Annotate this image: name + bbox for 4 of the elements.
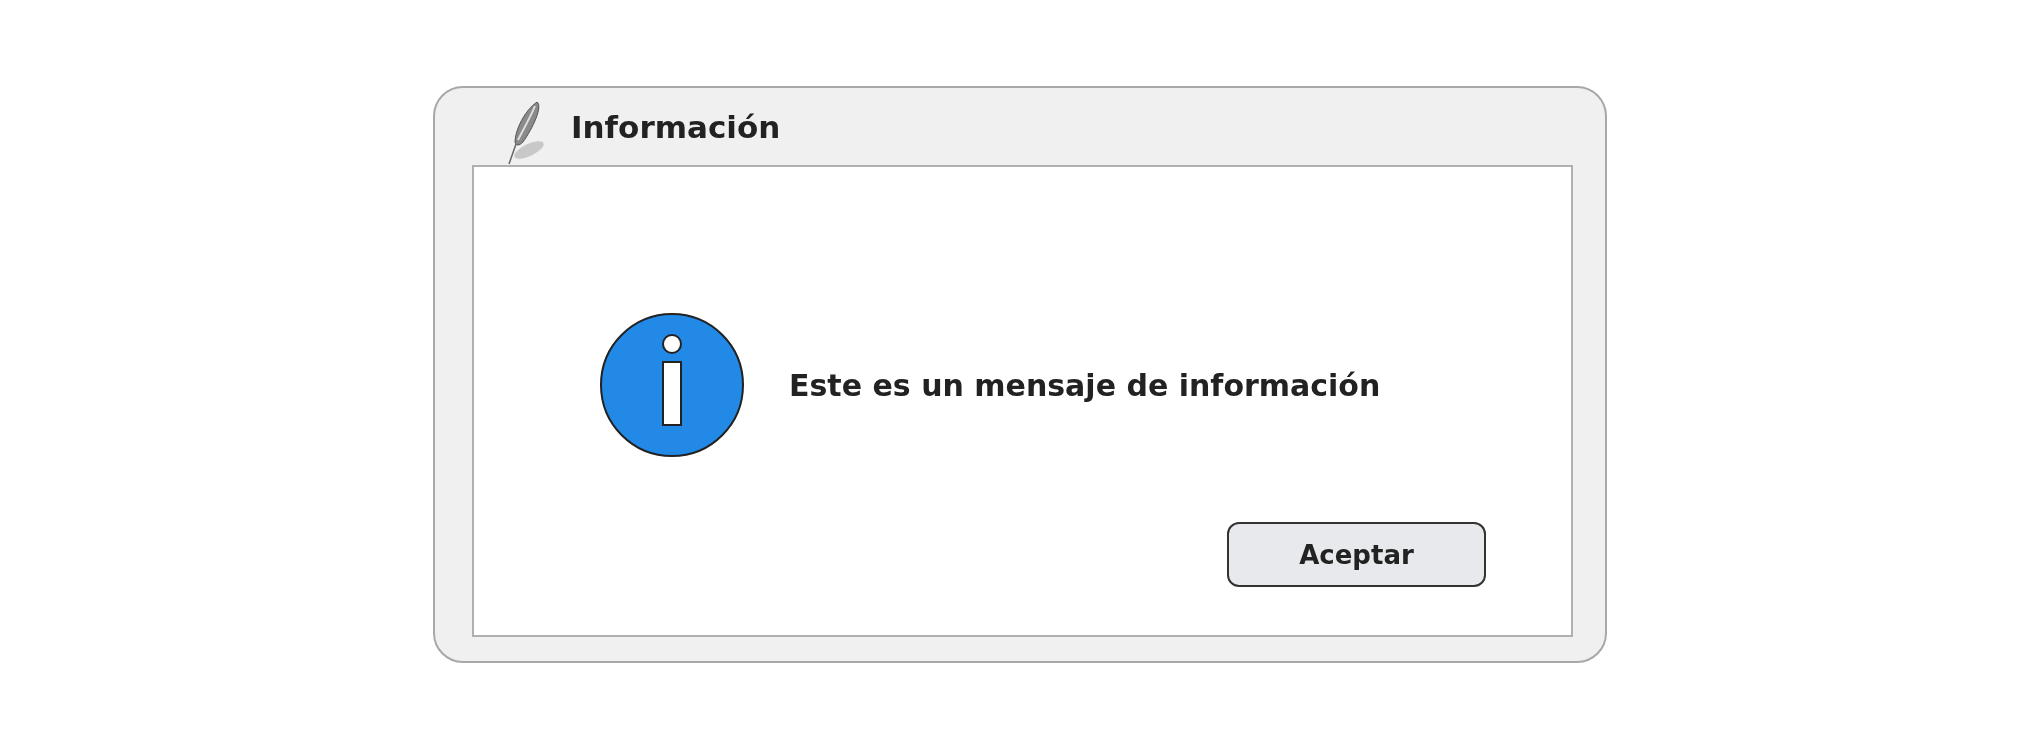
window-title: Información <box>571 108 781 145</box>
accept-button[interactable]: Aceptar <box>1227 522 1486 587</box>
info-icon <box>599 312 745 458</box>
message-text: Este es un mensaje de información <box>789 367 1381 403</box>
